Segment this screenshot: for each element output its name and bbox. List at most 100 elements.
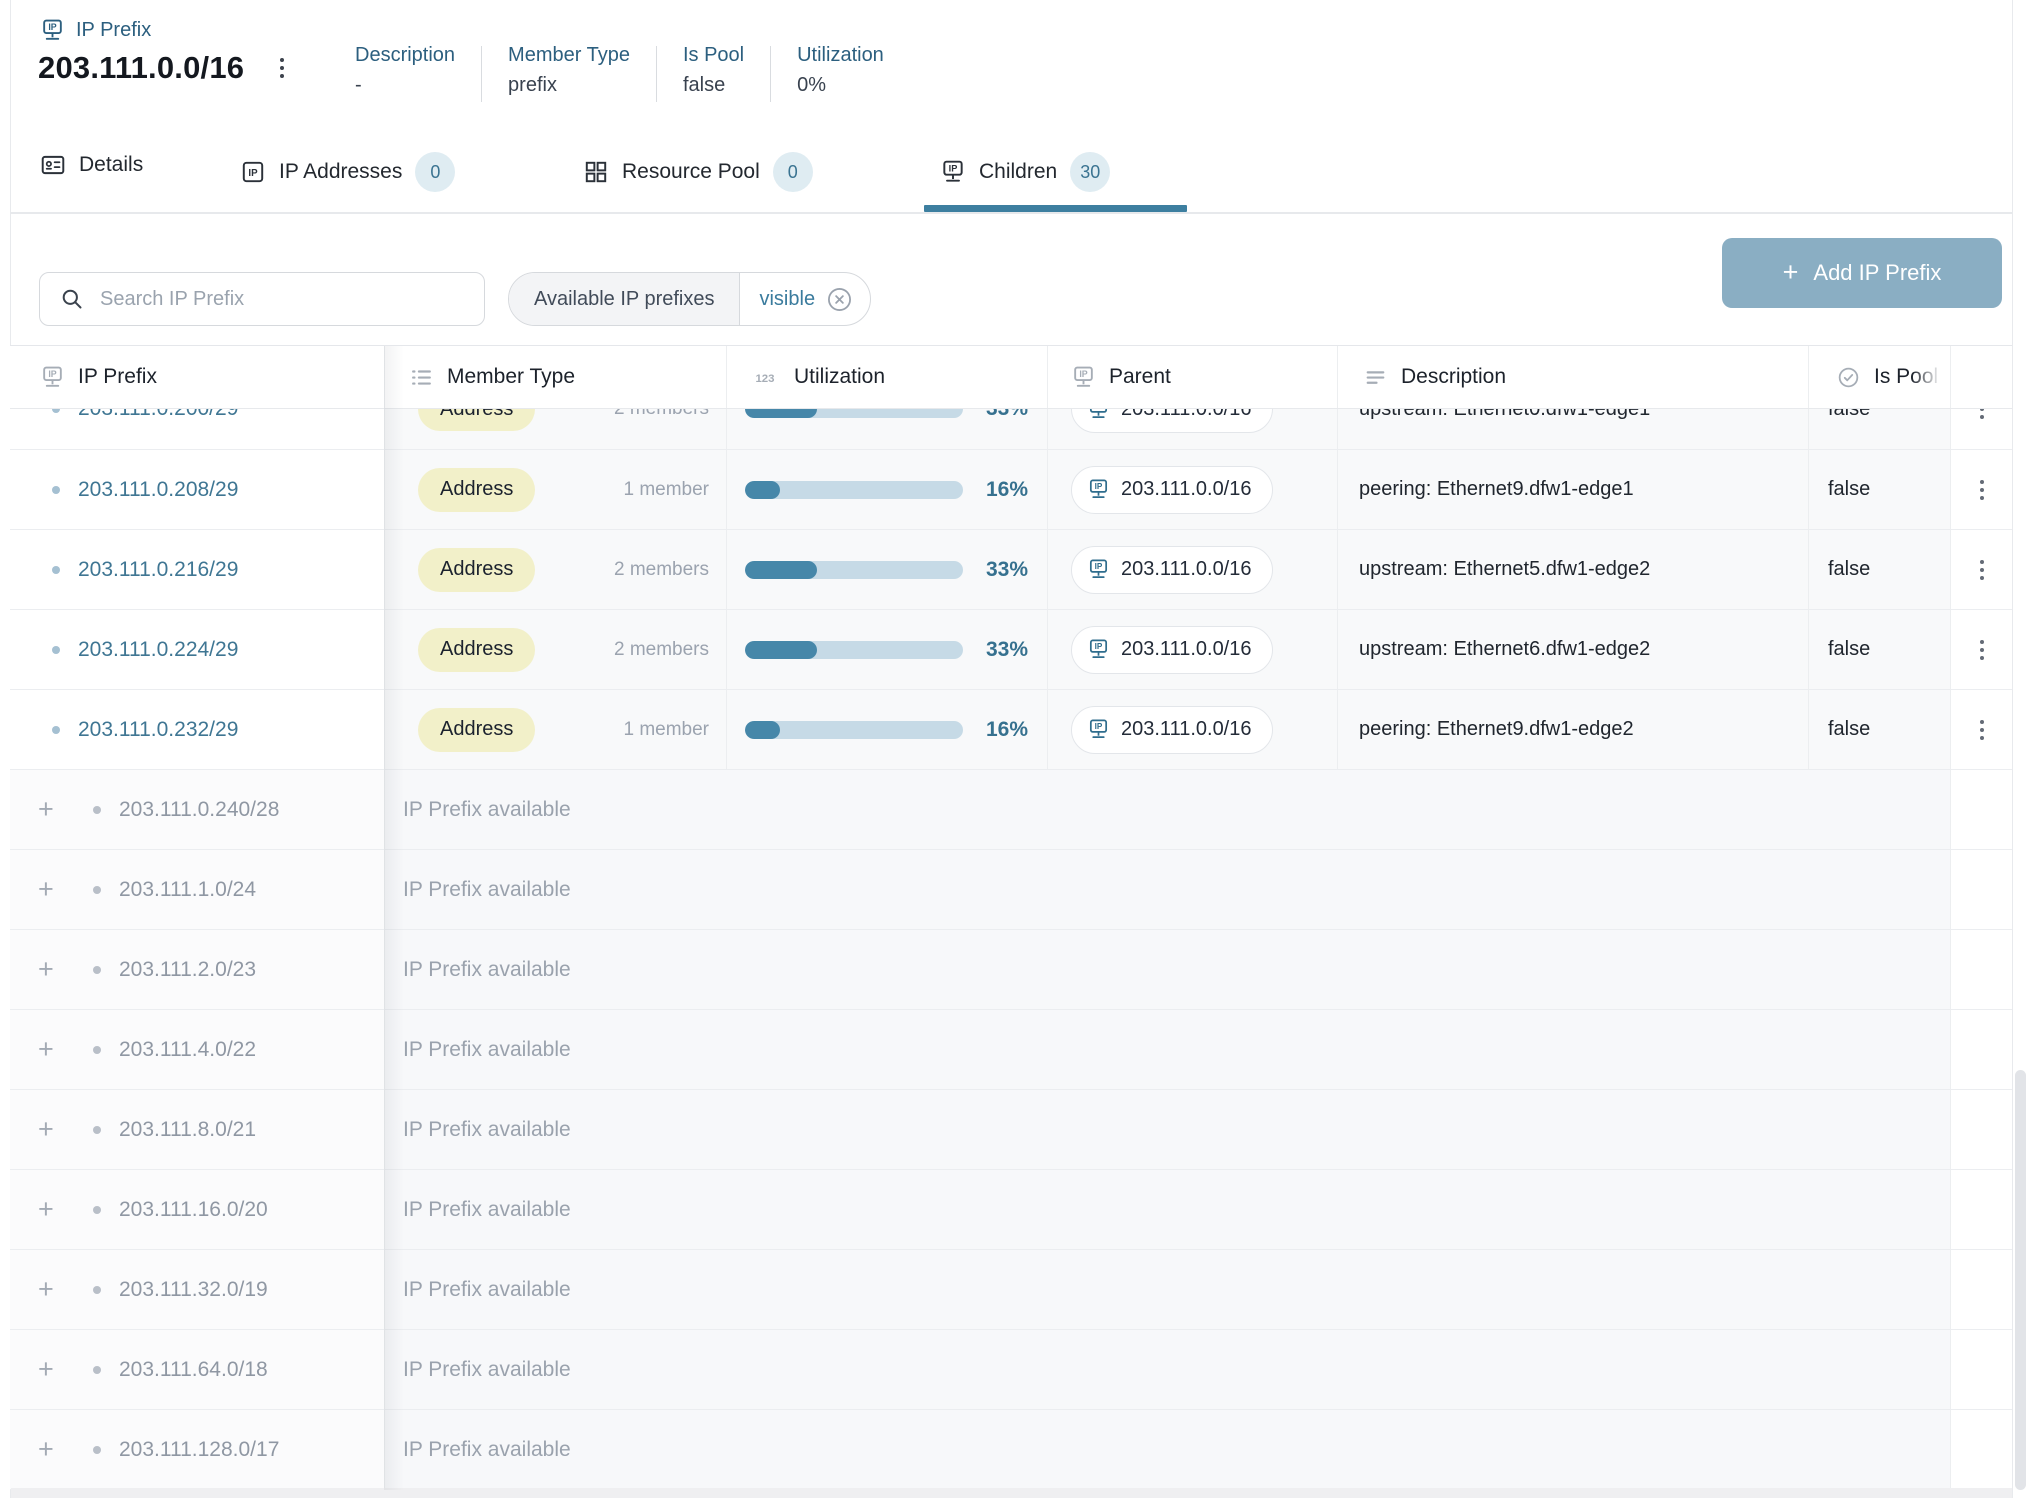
meta-is-pool: Is Pool false bbox=[683, 44, 744, 97]
utilization-bar bbox=[745, 721, 963, 739]
column-header-description[interactable]: Description bbox=[1337, 346, 1808, 408]
plus-icon: + bbox=[1783, 257, 1799, 288]
utilization-bar bbox=[745, 409, 963, 418]
column-label: Member Type bbox=[447, 365, 575, 389]
search-icon bbox=[60, 287, 84, 311]
row-bullet-icon bbox=[93, 1046, 101, 1054]
parent-pill[interactable]: 203.111.0.0/16 bbox=[1071, 466, 1273, 514]
ip-prefix-link[interactable]: 203.111.0.208/29 bbox=[78, 478, 238, 502]
add-child-prefix-button[interactable]: + bbox=[38, 1036, 68, 1063]
ip-prefix-link[interactable]: 203.111.0.200/29 bbox=[78, 409, 238, 421]
ip-prefix-link[interactable]: 203.111.0.224/29 bbox=[78, 638, 238, 662]
table-row-available[interactable]: +203.111.64.0/18 IP Prefix available bbox=[10, 1330, 2012, 1410]
filter-chip[interactable]: Available IP prefixes visible bbox=[508, 272, 871, 326]
vertical-scrollbar-thumb[interactable] bbox=[2015, 1070, 2026, 1490]
title-menu-button[interactable] bbox=[274, 52, 290, 84]
column-header-parent[interactable]: Parent bbox=[1047, 346, 1337, 408]
parent-pill[interactable]: 203.111.0.0/16 bbox=[1071, 626, 1273, 674]
ip-prefix-link[interactable]: 203.111.0.232/29 bbox=[78, 718, 238, 742]
add-child-prefix-button[interactable]: + bbox=[38, 1276, 68, 1303]
tab-children[interactable]: Children 30 bbox=[940, 152, 1110, 192]
search-input[interactable] bbox=[98, 287, 432, 312]
add-child-prefix-button[interactable]: + bbox=[38, 1196, 68, 1223]
column-header-is-pool[interactable]: Is Pool bbox=[1808, 346, 1950, 408]
add-child-prefix-button[interactable]: + bbox=[38, 876, 68, 903]
horizontal-scrollbar-track[interactable] bbox=[11, 1488, 2012, 1498]
page-title: 203.111.0.0/16 bbox=[38, 50, 244, 86]
available-label: IP Prefix available bbox=[403, 878, 571, 902]
table-row-available[interactable]: +203.111.2.0/23 IP Prefix available bbox=[10, 930, 2012, 1010]
description-text: upstream: Ethernet6.dfw1-edge2 bbox=[1359, 638, 1650, 661]
row-bullet-icon bbox=[93, 1206, 101, 1214]
column-header-utilization[interactable]: Utilization bbox=[726, 346, 1047, 408]
member-type-badge: Address bbox=[418, 409, 535, 431]
member-type-badge: Address bbox=[418, 708, 535, 752]
members-count: 2 members bbox=[614, 639, 709, 661]
add-ip-prefix-button[interactable]: + Add IP Prefix bbox=[1722, 238, 2002, 308]
table-row-available[interactable]: +203.111.32.0/19 IP Prefix available bbox=[10, 1250, 2012, 1330]
add-child-prefix-button[interactable]: + bbox=[38, 1116, 68, 1143]
utilization-bar bbox=[745, 481, 963, 499]
breadcrumb-label[interactable]: IP Prefix bbox=[76, 19, 151, 42]
row-menu-button[interactable] bbox=[1974, 409, 1990, 425]
table-row-available[interactable]: +203.111.8.0/21 IP Prefix available bbox=[10, 1090, 2012, 1170]
divider bbox=[481, 46, 482, 102]
add-child-prefix-button[interactable]: + bbox=[38, 1436, 68, 1463]
utilization-bar-fill bbox=[745, 721, 780, 739]
row-menu-button[interactable] bbox=[1974, 474, 1990, 506]
filter-chip-name: Available IP prefixes bbox=[509, 273, 739, 325]
row-bullet-icon bbox=[52, 646, 60, 654]
list-icon bbox=[409, 365, 434, 390]
tab-ip-addresses[interactable]: IP Addresses 0 bbox=[240, 152, 455, 192]
available-prefix: 203.111.32.0/19 bbox=[119, 1278, 268, 1302]
meta-label: Is Pool bbox=[683, 44, 744, 67]
column-header-member-type[interactable]: Member Type bbox=[384, 346, 726, 408]
meta-utilization: Utilization 0% bbox=[797, 44, 884, 97]
ip-prefix-link[interactable]: 203.111.0.216/29 bbox=[78, 558, 238, 582]
row-bullet-icon bbox=[93, 1366, 101, 1374]
search-box[interactable] bbox=[39, 272, 485, 326]
breadcrumb[interactable]: IP Prefix bbox=[40, 18, 151, 43]
table-row-available[interactable]: +203.111.16.0/20 IP Prefix available bbox=[10, 1170, 2012, 1250]
table-row[interactable]: 203.111.0.232/29 Address1 member 16% 203… bbox=[10, 690, 2012, 770]
tab-label: IP Addresses bbox=[279, 160, 402, 184]
meta-label: Member Type bbox=[508, 44, 630, 67]
table-row-available[interactable]: +203.111.128.0/17 IP Prefix available bbox=[10, 1410, 2012, 1490]
tab-label: Resource Pool bbox=[622, 160, 760, 184]
row-menu-button[interactable] bbox=[1974, 634, 1990, 666]
table-row-available[interactable]: +203.111.1.0/24 IP Prefix available bbox=[10, 850, 2012, 930]
filter-chip-value: visible bbox=[759, 288, 815, 311]
add-child-prefix-button[interactable]: + bbox=[38, 1356, 68, 1383]
table-row[interactable]: 203.111.0.216/29 Address2 members 33% 20… bbox=[10, 530, 2012, 610]
table-row[interactable]: 203.111.0.208/29 Address1 member 16% 203… bbox=[10, 450, 2012, 530]
column-header-ip-prefix[interactable]: IP Prefix bbox=[10, 346, 384, 408]
add-child-prefix-button[interactable]: + bbox=[38, 796, 68, 823]
table-row-available[interactable]: +203.111.0.240/28 IP Prefix available bbox=[10, 770, 2012, 850]
parent-pill[interactable]: 203.111.0.0/16 bbox=[1071, 409, 1273, 433]
row-menu-button[interactable] bbox=[1974, 714, 1990, 746]
column-label: Parent bbox=[1109, 365, 1171, 389]
table-row-available[interactable]: +203.111.4.0/22 IP Prefix available bbox=[10, 1010, 2012, 1090]
utilization-bar-fill bbox=[745, 409, 817, 418]
row-bullet-icon bbox=[93, 886, 101, 894]
parent-pill[interactable]: 203.111.0.0/16 bbox=[1071, 706, 1273, 754]
row-menu-button[interactable] bbox=[1974, 554, 1990, 586]
description-text: upstream: Ethernet0.dfw1-edge1 bbox=[1359, 409, 1650, 421]
ip-prefix-icon bbox=[40, 18, 65, 43]
ip-prefix-icon bbox=[1087, 558, 1110, 581]
table-row[interactable]: 203.111.0.200/29 Address2 members 33% 20… bbox=[10, 409, 2012, 449]
member-type-badge: Address bbox=[418, 548, 535, 592]
utilization-bar-fill bbox=[745, 561, 817, 579]
tab-resource-pool[interactable]: Resource Pool 0 bbox=[583, 152, 813, 192]
available-label: IP Prefix available bbox=[403, 798, 571, 822]
tab-details[interactable]: Details bbox=[40, 152, 143, 178]
parent-pill[interactable]: 203.111.0.0/16 bbox=[1071, 546, 1273, 594]
add-child-prefix-button[interactable]: + bbox=[38, 956, 68, 983]
ip-prefix-icon bbox=[1087, 638, 1110, 661]
add-button-label: Add IP Prefix bbox=[1813, 260, 1941, 286]
tab-count-badge: 30 bbox=[1070, 152, 1110, 192]
ip-address-icon bbox=[240, 159, 266, 185]
remove-filter-icon[interactable] bbox=[826, 286, 853, 313]
tab-count-badge: 0 bbox=[415, 152, 455, 192]
table-row[interactable]: 203.111.0.224/29 Address2 members 33% 20… bbox=[10, 610, 2012, 690]
